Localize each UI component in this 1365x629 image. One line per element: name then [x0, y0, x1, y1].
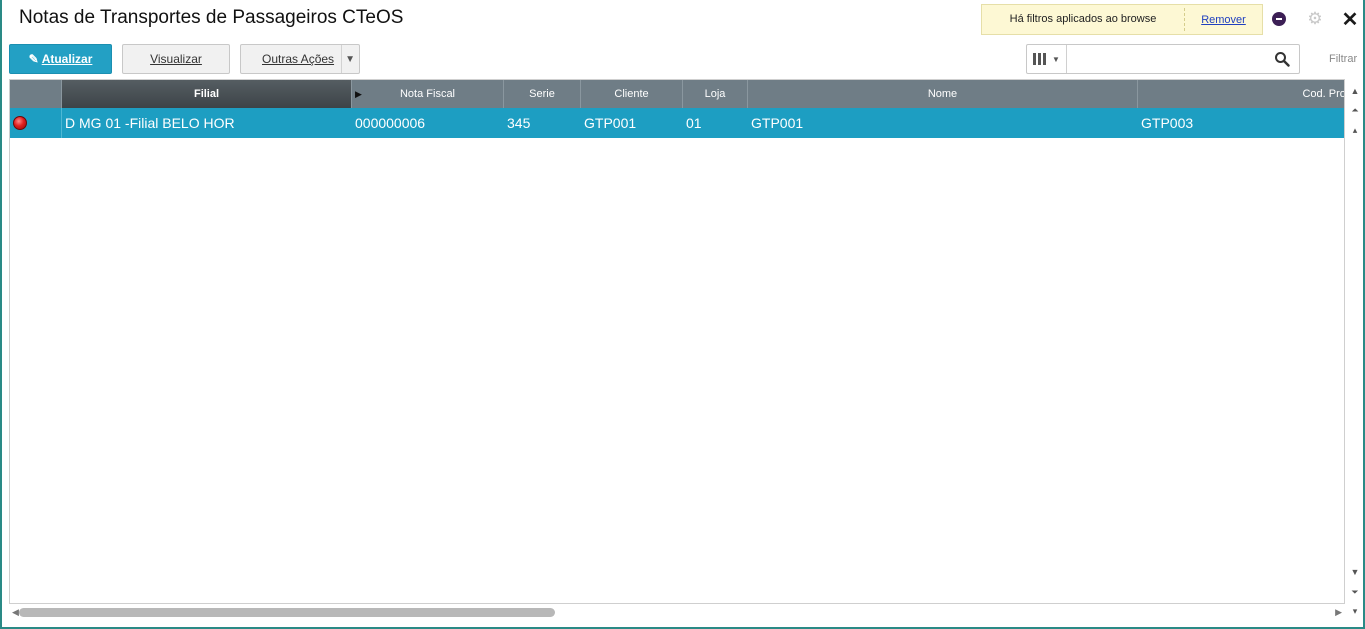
filter-notice: Há filtros aplicados ao browse Remover: [981, 4, 1263, 35]
outras-acoes-label: Outras Ações: [262, 52, 335, 66]
filtrar-link[interactable]: Filtrar: [1329, 53, 1357, 65]
gear-icon[interactable]: ⚙: [1306, 9, 1324, 28]
data-grid: Filial ▶ Nota Fiscal Serie Cliente Loja …: [9, 79, 1345, 604]
horizontal-scrollbar[interactable]: ◀ ▶: [9, 605, 1345, 621]
column-header-nota-fiscal[interactable]: Nota Fiscal: [352, 80, 504, 108]
pencil-icon: ✎: [28, 52, 39, 66]
atualizar-button[interactable]: ✎ Atualizar: [9, 44, 112, 74]
column-header-cod-prod[interactable]: Cod. Prod: [1138, 80, 1344, 108]
search-icon[interactable]: [1274, 51, 1290, 67]
scroll-right-icon[interactable]: ▶: [1335, 607, 1342, 618]
column-header-nome[interactable]: Nome: [748, 80, 1138, 108]
column-header-loja[interactable]: Loja: [683, 80, 748, 108]
atualizar-label: Atualizar: [41, 52, 93, 66]
cell-cliente: GTP001: [584, 115, 637, 131]
filter-notice-text: Há filtros aplicados ao browse: [982, 8, 1185, 31]
cell-nota-fiscal: 000000006: [355, 115, 426, 131]
cell-cod-prod: GTP003: [1141, 115, 1194, 131]
cell-nome: GTP001: [751, 115, 804, 131]
dropdown-divider: [341, 45, 342, 73]
scroll-down-icon[interactable]: ▼: [1348, 565, 1362, 579]
visualizar-label: Visualizar: [150, 52, 202, 66]
scroll-page-up-icon[interactable]: ⏶: [1348, 103, 1362, 117]
horizontal-scroll-thumb[interactable]: [19, 608, 555, 617]
scroll-page-down-icon[interactable]: ⏷: [1348, 585, 1362, 599]
scroll-left-icon[interactable]: ◀: [12, 607, 19, 618]
menu-dot-icon[interactable]: [1270, 10, 1288, 28]
column-status[interactable]: [10, 80, 62, 108]
cell-filial: D MG 01 -Filial BELO HOR: [65, 115, 235, 131]
app-window: Notas de Transportes de Passageiros CTeO…: [0, 0, 1365, 629]
page-title: Notas de Transportes de Passageiros CTeO…: [19, 7, 404, 28]
close-icon[interactable]: ✕: [1341, 9, 1359, 31]
grid-header: Filial ▶ Nota Fiscal Serie Cliente Loja …: [10, 80, 1344, 108]
status-red-icon: [13, 116, 27, 130]
search-box: ▼: [1026, 44, 1300, 74]
scroll-up-icon[interactable]: ▴: [1348, 123, 1362, 137]
status-cell: [10, 108, 62, 138]
scroll-top-icon[interactable]: ▲: [1348, 84, 1362, 98]
columns-icon[interactable]: ▼: [1027, 45, 1067, 73]
outras-acoes-button[interactable]: Outras Ações ▼: [240, 44, 360, 74]
chevron-down-icon[interactable]: ▼: [345, 54, 355, 65]
search-input[interactable]: [1069, 47, 1269, 71]
cell-loja: 01: [686, 115, 702, 131]
remove-filter-link[interactable]: Remover: [1185, 14, 1262, 26]
cell-serie: 345: [507, 115, 531, 131]
column-header-filial[interactable]: Filial: [62, 80, 352, 108]
column-header-cliente[interactable]: Cliente: [581, 80, 683, 108]
visualizar-button[interactable]: Visualizar: [122, 44, 230, 74]
column-header-serie[interactable]: Serie: [504, 80, 581, 108]
scroll-bottom-icon[interactable]: ▾: [1348, 604, 1362, 618]
column-header-cod-prod-label: Cod. Prod: [1302, 88, 1344, 100]
vertical-scrollbar[interactable]: ▲ ⏶ ▴ ▼ ⏷ ▾: [1346, 79, 1363, 619]
table-row[interactable]: D MG 01 -Filial BELO HOR 000000006 345 G…: [10, 108, 1344, 138]
